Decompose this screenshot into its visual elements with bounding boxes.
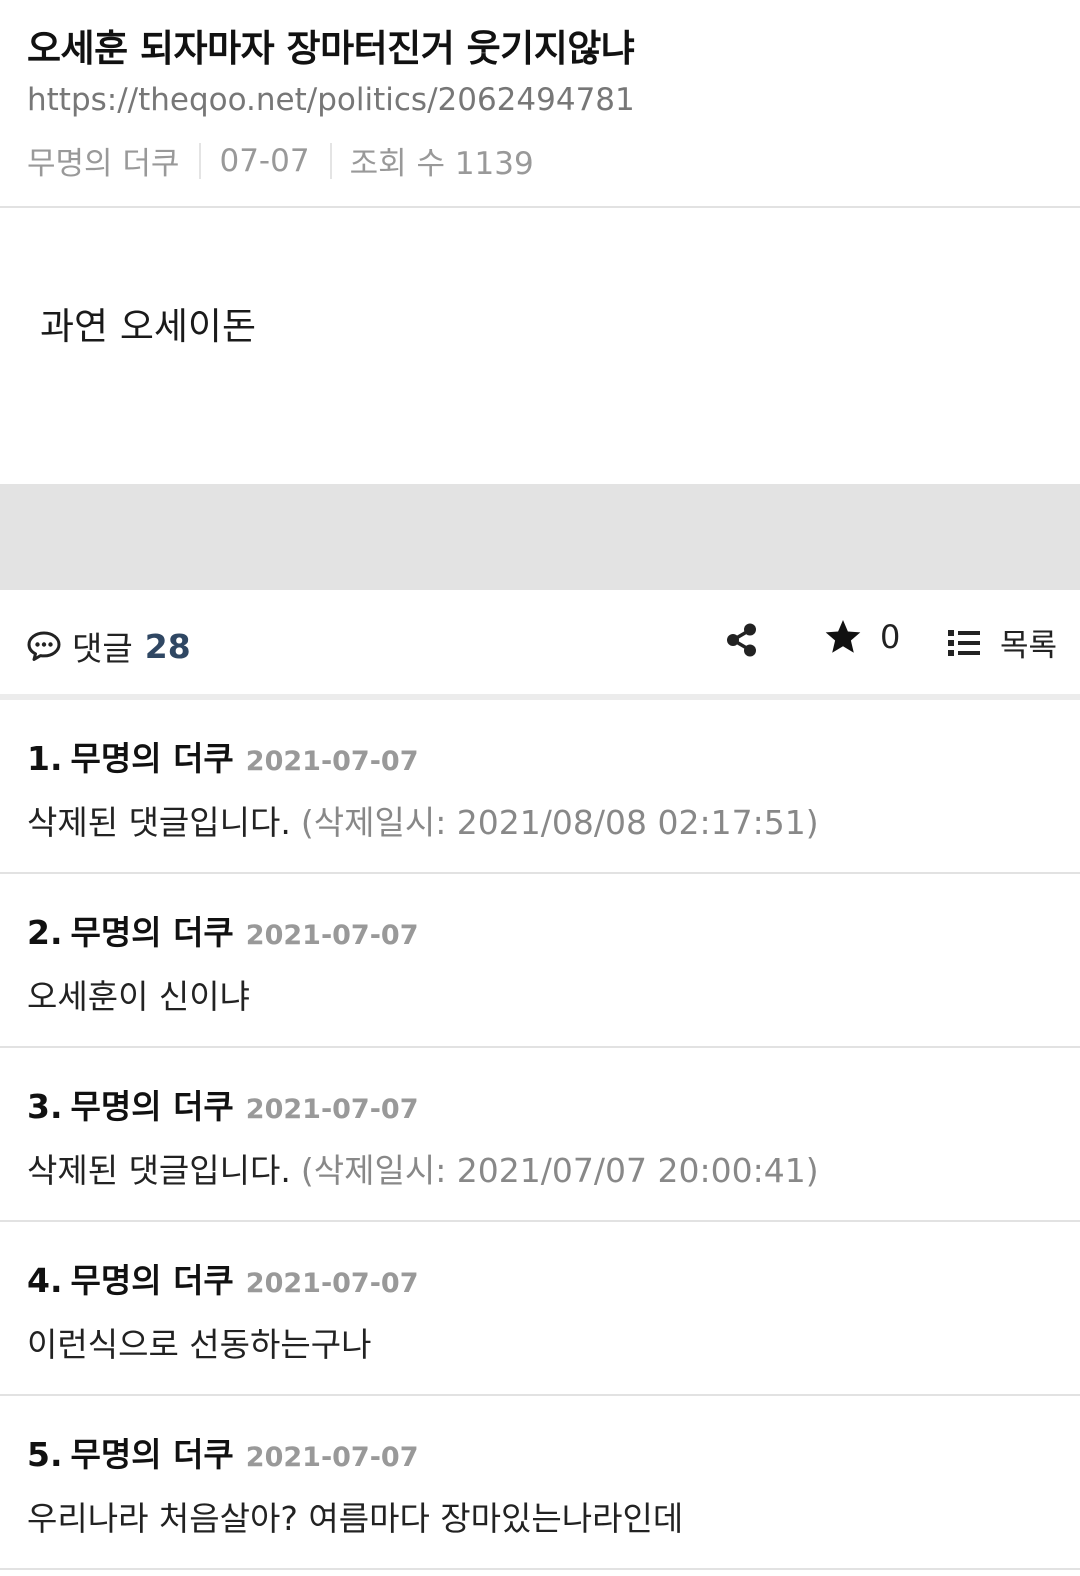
post-title: 오세훈 되자마자 장마터진거 웃기지않냐 xyxy=(27,27,635,70)
comment-date: 2021-07-07 xyxy=(245,746,419,777)
list-label: 목록 xyxy=(1000,628,1058,664)
meta-divider xyxy=(329,142,332,179)
comment-header: 1. 무명의 더쿠 2021-07-07 xyxy=(27,732,419,780)
comment-author: 무명의 더쿠 xyxy=(70,1435,234,1474)
comment-date: 2021-07-07 xyxy=(245,920,419,951)
comment-item[interactable]: 3. 무명의 더쿠 2021-07-07 삭제된 댓글입니다. (삭제일시: 20… xyxy=(0,1048,1080,1222)
comment-header: 3. 무명의 더쿠 2021-07-07 xyxy=(27,1080,419,1128)
post-date: 07-07 xyxy=(219,142,310,179)
comment-deleted-time: (삭제일시: 2021/07/07 20:00:41) xyxy=(300,1151,819,1190)
comment-author: 무명의 더쿠 xyxy=(70,1261,234,1300)
comment-date: 2021-07-07 xyxy=(245,1094,419,1125)
post-views: 조회 수 1139 xyxy=(349,146,534,182)
comment-number: 4. xyxy=(27,1261,63,1300)
star-button[interactable]: 0 xyxy=(824,618,900,656)
comment-number: 3. xyxy=(27,1087,63,1126)
comment-text: 삭제된 댓글입니다. (삭제일시: 2021/07/07 20:00:41) xyxy=(27,1144,819,1192)
comment-body: 우리나라 처음살아? 여름마다 장마있는나라인데 xyxy=(27,1499,684,1538)
share-button[interactable] xyxy=(722,620,762,660)
comment-number: 1. xyxy=(27,739,63,778)
comment-header: 5. 무명의 더쿠 2021-07-07 xyxy=(27,1428,419,1476)
comment-text: 우리나라 처음살아? 여름마다 장마있는나라인데 xyxy=(27,1492,683,1540)
comment-author: 무명의 더쿠 xyxy=(70,739,234,778)
comment-number: 2. xyxy=(27,913,63,952)
comment-text: 오세훈이 신이냐 xyxy=(27,970,250,1018)
meta-divider xyxy=(199,142,202,179)
comment-date: 2021-07-07 xyxy=(245,1268,419,1299)
share-icon xyxy=(727,623,756,657)
post-meta: 무명의 더쿠 07-07 조회 수 1139 xyxy=(27,138,534,183)
star-icon xyxy=(825,620,861,653)
comment-text: 이런식으로 선동하는구나 xyxy=(27,1318,371,1366)
comment-count-button[interactable]: 댓글 28 xyxy=(26,622,191,670)
comment-body: 삭제된 댓글입니다. xyxy=(27,803,291,842)
comment-item[interactable]: 2. 무명의 더쿠 2021-07-07 오세훈이 신이냐 xyxy=(0,874,1080,1048)
post-toolbar: 댓글 28 0 목록 xyxy=(0,590,1080,694)
list-button[interactable]: 목록 xyxy=(946,620,1057,665)
comment-list: 1. 무명의 더쿠 2021-07-07 삭제된 댓글입니다. (삭제일시: 20… xyxy=(0,700,1080,1570)
post-header: 오세훈 되자마자 장마터진거 웃기지않냐 https://theqoo.net/… xyxy=(0,0,1080,208)
comment-header: 2. 무명의 더쿠 2021-07-07 xyxy=(27,906,419,954)
post-url[interactable]: https://theqoo.net/politics/2062494781 xyxy=(27,82,635,118)
comment-date: 2021-07-07 xyxy=(245,1442,419,1473)
comment-body: 오세훈이 신이냐 xyxy=(27,977,251,1016)
list-icon xyxy=(948,629,980,656)
ad-placeholder xyxy=(0,484,1080,590)
comment-body: 이런식으로 선동하는구나 xyxy=(27,1325,372,1364)
comment-deleted-time: (삭제일시: 2021/08/08 02:17:51) xyxy=(300,803,819,842)
speech-bubble-icon xyxy=(27,631,61,661)
post-body: 과연 오세이돈 xyxy=(40,305,257,348)
comment-author: 무명의 더쿠 xyxy=(70,913,234,952)
comment-header: 4. 무명의 더쿠 2021-07-07 xyxy=(27,1254,419,1302)
comment-item[interactable]: 1. 무명의 더쿠 2021-07-07 삭제된 댓글입니다. (삭제일시: 20… xyxy=(0,700,1080,874)
comment-item[interactable]: 4. 무명의 더쿠 2021-07-07 이런식으로 선동하는구나 xyxy=(0,1222,1080,1396)
star-count: 0 xyxy=(880,618,901,656)
post-author: 무명의 더쿠 xyxy=(27,146,180,182)
comment-author: 무명의 더쿠 xyxy=(70,1087,234,1126)
comment-item[interactable]: 5. 무명의 더쿠 2021-07-07 우리나라 처음살아? 여름마다 장마있… xyxy=(0,1396,1080,1570)
comment-count: 28 xyxy=(144,626,191,666)
comment-text: 삭제된 댓글입니다. (삭제일시: 2021/08/08 02:17:51) xyxy=(27,796,819,844)
comment-label: 댓글 xyxy=(72,629,133,668)
comment-body: 삭제된 댓글입니다. xyxy=(27,1151,291,1190)
comment-number: 5. xyxy=(27,1435,63,1474)
